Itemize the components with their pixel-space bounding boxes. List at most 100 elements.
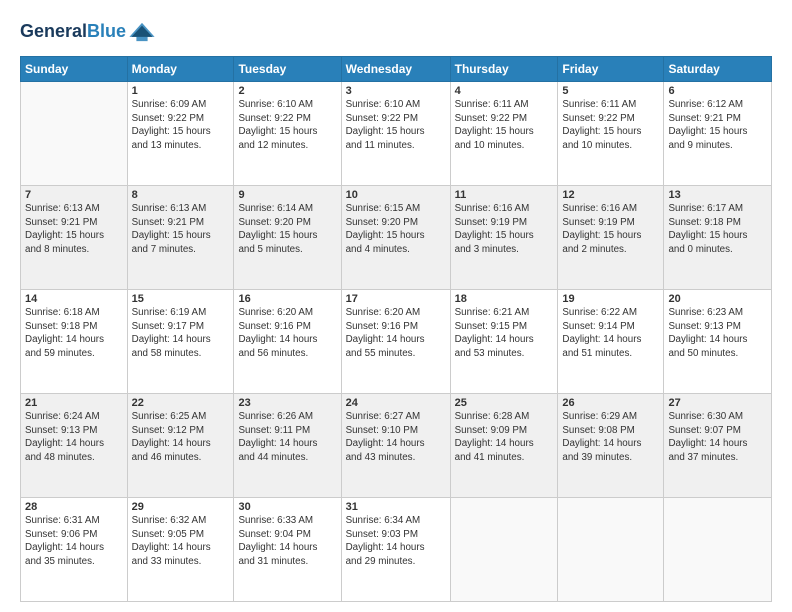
day-number: 9 bbox=[238, 189, 336, 201]
day-number: 20 bbox=[668, 293, 767, 305]
calendar-cell: 26Sunrise: 6:29 AMSunset: 9:08 PMDayligh… bbox=[558, 394, 664, 498]
day-info: Sunrise: 6:10 AMSunset: 9:22 PMDaylight:… bbox=[346, 98, 446, 152]
calendar-cell: 15Sunrise: 6:19 AMSunset: 9:17 PMDayligh… bbox=[127, 290, 234, 394]
day-info: Sunrise: 6:13 AMSunset: 9:21 PMDaylight:… bbox=[25, 202, 123, 256]
day-info: Sunrise: 6:22 AMSunset: 9:14 PMDaylight:… bbox=[562, 306, 659, 360]
day-info: Sunrise: 6:14 AMSunset: 9:20 PMDaylight:… bbox=[238, 202, 336, 256]
day-info: Sunrise: 6:10 AMSunset: 9:22 PMDaylight:… bbox=[238, 98, 336, 152]
day-number: 6 bbox=[668, 85, 767, 97]
page: GeneralBlue SundayMondayTuesdayWednesday… bbox=[0, 0, 792, 612]
weekday-header-wednesday: Wednesday bbox=[341, 57, 450, 82]
day-number: 8 bbox=[132, 189, 230, 201]
logo: GeneralBlue bbox=[20, 18, 156, 46]
calendar-cell: 30Sunrise: 6:33 AMSunset: 9:04 PMDayligh… bbox=[234, 498, 341, 602]
calendar-week-row: 21Sunrise: 6:24 AMSunset: 9:13 PMDayligh… bbox=[21, 394, 772, 498]
day-info: Sunrise: 6:25 AMSunset: 9:12 PMDaylight:… bbox=[132, 410, 230, 464]
day-info: Sunrise: 6:34 AMSunset: 9:03 PMDaylight:… bbox=[346, 514, 446, 568]
day-number: 13 bbox=[668, 189, 767, 201]
day-info: Sunrise: 6:18 AMSunset: 9:18 PMDaylight:… bbox=[25, 306, 123, 360]
day-info: Sunrise: 6:27 AMSunset: 9:10 PMDaylight:… bbox=[346, 410, 446, 464]
weekday-header-monday: Monday bbox=[127, 57, 234, 82]
calendar-cell: 13Sunrise: 6:17 AMSunset: 9:18 PMDayligh… bbox=[664, 186, 772, 290]
day-number: 30 bbox=[238, 501, 336, 513]
calendar-cell: 28Sunrise: 6:31 AMSunset: 9:06 PMDayligh… bbox=[21, 498, 128, 602]
day-number: 15 bbox=[132, 293, 230, 305]
day-number: 14 bbox=[25, 293, 123, 305]
day-info: Sunrise: 6:31 AMSunset: 9:06 PMDaylight:… bbox=[25, 514, 123, 568]
calendar-cell bbox=[21, 82, 128, 186]
day-info: Sunrise: 6:11 AMSunset: 9:22 PMDaylight:… bbox=[455, 98, 554, 152]
calendar-week-row: 1Sunrise: 6:09 AMSunset: 9:22 PMDaylight… bbox=[21, 82, 772, 186]
weekday-header-saturday: Saturday bbox=[664, 57, 772, 82]
day-number: 27 bbox=[668, 397, 767, 409]
day-number: 19 bbox=[562, 293, 659, 305]
weekday-header-tuesday: Tuesday bbox=[234, 57, 341, 82]
calendar-cell: 25Sunrise: 6:28 AMSunset: 9:09 PMDayligh… bbox=[450, 394, 558, 498]
day-number: 1 bbox=[132, 85, 230, 97]
calendar-table: SundayMondayTuesdayWednesdayThursdayFrid… bbox=[20, 56, 772, 602]
day-info: Sunrise: 6:20 AMSunset: 9:16 PMDaylight:… bbox=[238, 306, 336, 360]
day-info: Sunrise: 6:29 AMSunset: 9:08 PMDaylight:… bbox=[562, 410, 659, 464]
day-number: 26 bbox=[562, 397, 659, 409]
day-info: Sunrise: 6:26 AMSunset: 9:11 PMDaylight:… bbox=[238, 410, 336, 464]
day-number: 31 bbox=[346, 501, 446, 513]
calendar-cell: 17Sunrise: 6:20 AMSunset: 9:16 PMDayligh… bbox=[341, 290, 450, 394]
calendar-cell: 11Sunrise: 6:16 AMSunset: 9:19 PMDayligh… bbox=[450, 186, 558, 290]
calendar-cell: 31Sunrise: 6:34 AMSunset: 9:03 PMDayligh… bbox=[341, 498, 450, 602]
calendar-cell bbox=[558, 498, 664, 602]
day-info: Sunrise: 6:23 AMSunset: 9:13 PMDaylight:… bbox=[668, 306, 767, 360]
logo-icon bbox=[128, 18, 156, 46]
calendar-week-row: 28Sunrise: 6:31 AMSunset: 9:06 PMDayligh… bbox=[21, 498, 772, 602]
day-info: Sunrise: 6:32 AMSunset: 9:05 PMDaylight:… bbox=[132, 514, 230, 568]
calendar-cell: 24Sunrise: 6:27 AMSunset: 9:10 PMDayligh… bbox=[341, 394, 450, 498]
calendar-cell: 22Sunrise: 6:25 AMSunset: 9:12 PMDayligh… bbox=[127, 394, 234, 498]
day-info: Sunrise: 6:11 AMSunset: 9:22 PMDaylight:… bbox=[562, 98, 659, 152]
calendar-cell: 2Sunrise: 6:10 AMSunset: 9:22 PMDaylight… bbox=[234, 82, 341, 186]
day-number: 18 bbox=[455, 293, 554, 305]
day-number: 22 bbox=[132, 397, 230, 409]
calendar-cell: 7Sunrise: 6:13 AMSunset: 9:21 PMDaylight… bbox=[21, 186, 128, 290]
day-info: Sunrise: 6:28 AMSunset: 9:09 PMDaylight:… bbox=[455, 410, 554, 464]
day-info: Sunrise: 6:19 AMSunset: 9:17 PMDaylight:… bbox=[132, 306, 230, 360]
day-info: Sunrise: 6:21 AMSunset: 9:15 PMDaylight:… bbox=[455, 306, 554, 360]
day-number: 2 bbox=[238, 85, 336, 97]
day-info: Sunrise: 6:09 AMSunset: 9:22 PMDaylight:… bbox=[132, 98, 230, 152]
calendar-cell: 14Sunrise: 6:18 AMSunset: 9:18 PMDayligh… bbox=[21, 290, 128, 394]
weekday-header-thursday: Thursday bbox=[450, 57, 558, 82]
day-info: Sunrise: 6:16 AMSunset: 9:19 PMDaylight:… bbox=[455, 202, 554, 256]
day-number: 11 bbox=[455, 189, 554, 201]
day-info: Sunrise: 6:30 AMSunset: 9:07 PMDaylight:… bbox=[668, 410, 767, 464]
day-number: 17 bbox=[346, 293, 446, 305]
day-number: 24 bbox=[346, 397, 446, 409]
weekday-header-row: SundayMondayTuesdayWednesdayThursdayFrid… bbox=[21, 57, 772, 82]
calendar-cell bbox=[664, 498, 772, 602]
calendar-cell: 21Sunrise: 6:24 AMSunset: 9:13 PMDayligh… bbox=[21, 394, 128, 498]
day-info: Sunrise: 6:33 AMSunset: 9:04 PMDaylight:… bbox=[238, 514, 336, 568]
calendar-cell: 10Sunrise: 6:15 AMSunset: 9:20 PMDayligh… bbox=[341, 186, 450, 290]
calendar-cell: 1Sunrise: 6:09 AMSunset: 9:22 PMDaylight… bbox=[127, 82, 234, 186]
calendar-cell bbox=[450, 498, 558, 602]
day-info: Sunrise: 6:13 AMSunset: 9:21 PMDaylight:… bbox=[132, 202, 230, 256]
day-info: Sunrise: 6:16 AMSunset: 9:19 PMDaylight:… bbox=[562, 202, 659, 256]
day-number: 23 bbox=[238, 397, 336, 409]
day-number: 7 bbox=[25, 189, 123, 201]
calendar-cell: 23Sunrise: 6:26 AMSunset: 9:11 PMDayligh… bbox=[234, 394, 341, 498]
calendar-cell: 12Sunrise: 6:16 AMSunset: 9:19 PMDayligh… bbox=[558, 186, 664, 290]
day-number: 10 bbox=[346, 189, 446, 201]
calendar-cell: 19Sunrise: 6:22 AMSunset: 9:14 PMDayligh… bbox=[558, 290, 664, 394]
calendar-cell: 5Sunrise: 6:11 AMSunset: 9:22 PMDaylight… bbox=[558, 82, 664, 186]
day-info: Sunrise: 6:12 AMSunset: 9:21 PMDaylight:… bbox=[668, 98, 767, 152]
calendar-week-row: 7Sunrise: 6:13 AMSunset: 9:21 PMDaylight… bbox=[21, 186, 772, 290]
calendar-cell: 9Sunrise: 6:14 AMSunset: 9:20 PMDaylight… bbox=[234, 186, 341, 290]
calendar-week-row: 14Sunrise: 6:18 AMSunset: 9:18 PMDayligh… bbox=[21, 290, 772, 394]
day-number: 16 bbox=[238, 293, 336, 305]
day-number: 29 bbox=[132, 501, 230, 513]
day-number: 28 bbox=[25, 501, 123, 513]
day-info: Sunrise: 6:15 AMSunset: 9:20 PMDaylight:… bbox=[346, 202, 446, 256]
day-number: 5 bbox=[562, 85, 659, 97]
calendar-cell: 3Sunrise: 6:10 AMSunset: 9:22 PMDaylight… bbox=[341, 82, 450, 186]
calendar-cell: 8Sunrise: 6:13 AMSunset: 9:21 PMDaylight… bbox=[127, 186, 234, 290]
day-number: 25 bbox=[455, 397, 554, 409]
calendar-cell: 6Sunrise: 6:12 AMSunset: 9:21 PMDaylight… bbox=[664, 82, 772, 186]
day-number: 21 bbox=[25, 397, 123, 409]
